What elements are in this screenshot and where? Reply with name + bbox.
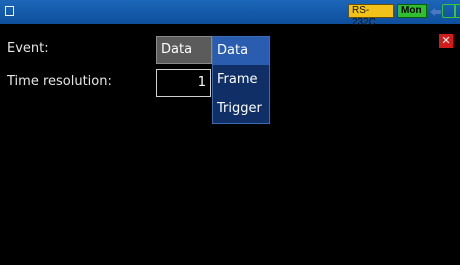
event-dropdown[interactable]: Data — [156, 36, 212, 64]
mode-badge: Mon — [397, 4, 427, 18]
port-badge: RS-232C — [348, 4, 394, 28]
card-icon — [454, 4, 460, 18]
menu-item-frame[interactable]: Frame — [213, 66, 269, 94]
menu-item-trigger[interactable]: Trigger — [213, 95, 269, 123]
window-icon[interactable] — [5, 6, 14, 16]
event-dropdown-menu: Data Frame Trigger — [212, 36, 270, 124]
close-icon[interactable]: ✕ — [439, 34, 453, 48]
menu-item-data[interactable]: Data — [213, 37, 269, 65]
time-resolution-label: Time resolution: — [7, 74, 112, 89]
event-label: Event: — [7, 41, 49, 56]
cable-icon — [428, 4, 442, 18]
status-bar: RS-232C Mon ⚡ — [0, 0, 460, 28]
time-resolution-input[interactable]: 1 — [156, 69, 211, 97]
